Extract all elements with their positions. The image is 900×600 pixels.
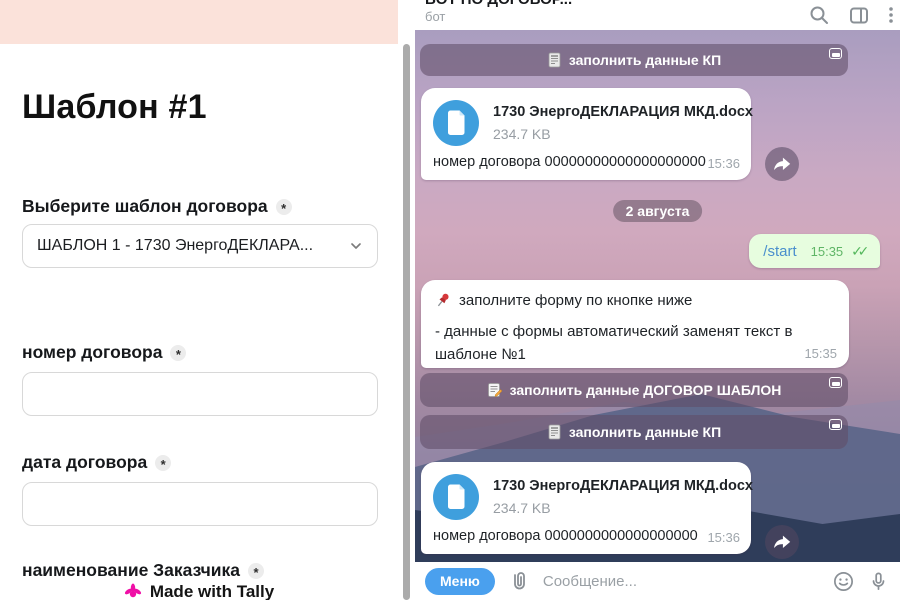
field-label-text: наименование Заказчика [22, 560, 241, 580]
emoji-smiley-icon[interactable] [832, 570, 855, 593]
document-file-icon[interactable] [433, 474, 479, 520]
form-cover-banner [0, 0, 398, 44]
made-with-tally-label: Made with Tally [149, 582, 275, 600]
app-window: Шаблон #1 Выберите шаблон договора * ШАБ… [0, 0, 900, 600]
required-asterisk-icon: * [170, 344, 187, 361]
document-file-icon[interactable] [433, 100, 479, 146]
chat-title: БОТ ПО ДОГОВОР... [425, 0, 572, 8]
field-label-template: Выберите шаблон договора * [22, 196, 292, 217]
inline-button-fill-dogovor[interactable]: заполнить данные ДОГОВОР ШАБЛОН [420, 373, 848, 407]
message-composer: Меню Сообщение... [415, 562, 900, 600]
required-asterisk-icon: * [248, 562, 265, 579]
message-time: 15:36 [707, 156, 740, 171]
bot-instruction-message[interactable]: заполните форму по кнопке ниже - данные … [421, 280, 849, 368]
share-arrow-icon [774, 535, 791, 549]
date-separator[interactable]: 2 августа [612, 200, 703, 222]
field-label-contract-number: номер договора * [22, 342, 187, 363]
field-label-text: Выберите шаблон договора [22, 196, 268, 216]
pushpin-icon [437, 293, 449, 307]
inline-button-label: заполнить данные КП [568, 424, 722, 440]
form-scrollbar[interactable] [403, 44, 410, 600]
document-filename: 1730 ЭнергоДЕКЛАРАЦИЯ МКД.docx [493, 104, 753, 120]
chevron-down-icon [351, 243, 361, 249]
tally-logo-icon [124, 583, 141, 598]
attachment-paperclip-icon[interactable] [507, 569, 531, 593]
instruction-line-1: заполните форму по кнопке ниже [459, 292, 693, 309]
message-time: 15:35 [810, 243, 844, 259]
instruction-line-2: - данные с формы автоматический заменят … [435, 323, 793, 364]
contract-number-input[interactable] [22, 372, 378, 416]
inline-button-label: заполнить данные КП [568, 52, 722, 68]
document-filesize: 234.7 KB [493, 500, 551, 516]
receipt-icon [548, 52, 561, 68]
read-checkmarks-icon: ✓✓ [851, 242, 869, 259]
chat-subtitle: бот [425, 9, 446, 24]
message-time: 15:35 [804, 346, 837, 361]
field-label-customer-name: наименование Заказчика * [22, 560, 265, 581]
memo-pencil-icon [487, 383, 502, 397]
sidebar-panel-icon[interactable] [848, 4, 870, 26]
field-label-text: номер договора [22, 342, 163, 362]
inline-button-label: заполнить данные ДОГОВОР ШАБЛОН [509, 382, 782, 398]
webapp-expand-icon [829, 377, 842, 388]
form-pane: Шаблон #1 Выберите шаблон договора * ШАБ… [0, 0, 412, 600]
form-title: Шаблон #1 [22, 88, 207, 126]
template-select[interactable]: ШАБЛОН 1 - 1730 ЭнергоДЕКЛАРА... [22, 224, 378, 268]
bot-command-link[interactable]: /start [763, 243, 796, 260]
share-arrow-icon [774, 157, 791, 171]
chat-message-area: заполнить данные КП 1730 ЭнергоДЕКЛАРАЦИ… [415, 30, 900, 562]
contract-date-input[interactable] [22, 482, 378, 526]
inline-button-fill-kp[interactable]: заполнить данные КП [420, 415, 848, 449]
document-filesize: 234.7 KB [493, 126, 551, 142]
required-asterisk-icon: * [275, 198, 292, 215]
field-label-contract-date: дата договора * [22, 452, 172, 473]
message-input[interactable]: Сообщение... [543, 573, 820, 590]
made-with-tally-badge[interactable]: Made with Tally [0, 582, 398, 600]
outgoing-message-start[interactable]: /start 15:35 ✓✓ [749, 234, 880, 268]
required-asterisk-icon: * [155, 454, 172, 471]
document-message-2[interactable]: 1730 ЭнергоДЕКЛАРАЦИЯ МКД.docx 234.7 KB … [421, 462, 753, 554]
forward-button[interactable] [765, 525, 799, 559]
document-caption: номер договора 0000000000000000000 [433, 528, 698, 544]
chat-header[interactable]: БОТ ПО ДОГОВОР... бот [415, 0, 900, 30]
inline-button-fill-kp-top[interactable]: заполнить данные КП [420, 44, 848, 76]
document-message-1[interactable]: 1730 ЭнергоДЕКЛАРАЦИЯ МКД.docx 234.7 KB … [421, 88, 753, 180]
more-menu-icon[interactable] [888, 4, 894, 26]
message-time: 15:36 [707, 530, 740, 545]
template-select-value: ШАБЛОН 1 - 1730 ЭнергоДЕКЛАРА... [37, 237, 314, 254]
search-icon[interactable] [808, 4, 830, 26]
chat-pane: БОТ ПО ДОГОВОР... бот заполнить данные К… [412, 0, 900, 600]
webapp-expand-icon [829, 419, 842, 430]
receipt-icon [548, 424, 561, 440]
microphone-icon[interactable] [867, 570, 890, 593]
bot-menu-button[interactable]: Меню [425, 567, 495, 595]
field-label-text: дата договора [22, 452, 148, 472]
document-caption: номер договора 00000000000000000000 [433, 154, 706, 170]
forward-button[interactable] [765, 147, 799, 181]
webapp-expand-icon [829, 48, 842, 59]
document-filename: 1730 ЭнергоДЕКЛАРАЦИЯ МКД.docx [493, 478, 753, 494]
